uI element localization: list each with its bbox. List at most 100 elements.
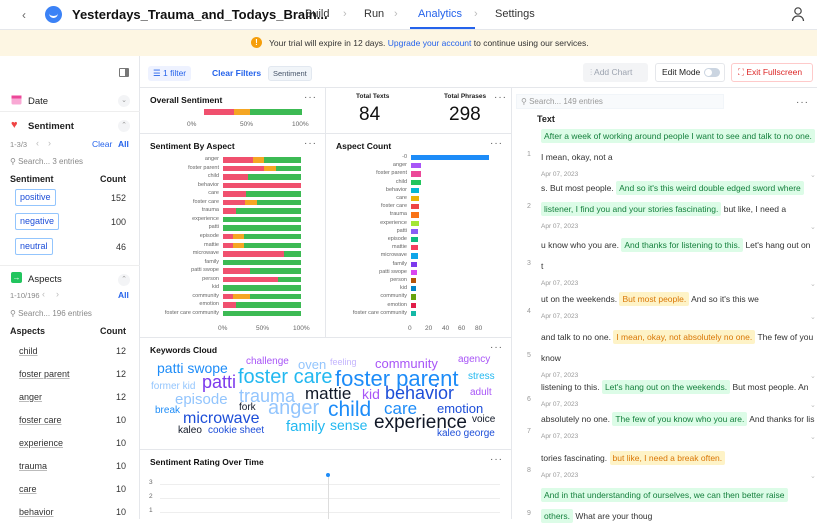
bar-segment[interactable] (223, 208, 237, 214)
bar-segment[interactable] (278, 276, 301, 283)
bar-segment[interactable] (247, 174, 301, 180)
entry-text-line[interactable]: s. But most people. And so it's this wei… (541, 181, 804, 195)
cloud-word[interactable]: break (155, 406, 180, 416)
aspect-item-experience[interactable]: experience (19, 438, 63, 448)
bar[interactable] (411, 171, 421, 177)
chevron-down-icon[interactable]: ⌄ (118, 95, 130, 107)
tab-run[interactable]: Run (364, 8, 384, 20)
bar-segment[interactable] (223, 293, 234, 300)
bar-segment[interactable] (236, 208, 301, 214)
cloud-word[interactable]: sense (330, 418, 367, 432)
bar-segment[interactable] (223, 199, 245, 206)
bar-segment[interactable] (223, 174, 248, 180)
bar[interactable] (411, 278, 416, 284)
bar-segment[interactable] (223, 242, 234, 248)
bar-segment[interactable] (249, 268, 301, 274)
cloud-word[interactable]: stress (468, 372, 495, 382)
entry-text-line[interactable]: listening to this. Let's hang out on the… (541, 380, 809, 394)
chevron-down-icon[interactable]: ⌄ (810, 472, 816, 480)
bar-segment[interactable] (233, 293, 251, 300)
chevron-down-icon[interactable]: ⌄ (810, 372, 816, 380)
entry-text-line[interactable]: tories fascinating. but like, I need a b… (541, 451, 726, 465)
date-section-label[interactable]: Date (28, 96, 48, 107)
more-options-icon[interactable]: ··· (490, 454, 503, 465)
app-logo-icon[interactable] (45, 6, 62, 23)
entry-text-line[interactable]: listener, I find you and your stories fa… (541, 202, 786, 216)
sentiment-clear-button[interactable]: Clear (92, 139, 112, 149)
bar-segment[interactable] (233, 233, 245, 240)
back-chevron-icon[interactable]: ‹ (22, 8, 26, 22)
aspect-item-foster-parent[interactable]: foster parent (19, 369, 70, 379)
cloud-word[interactable]: agency (458, 355, 490, 365)
sentiment-item-neutral[interactable]: neutral (15, 238, 53, 255)
chevron-down-icon[interactable]: ⌄ (810, 313, 816, 321)
text-search-input[interactable]: ⚲ Search... 149 entries (516, 94, 724, 109)
bar-segment[interactable] (223, 182, 301, 189)
bar[interactable] (411, 163, 421, 169)
bar[interactable] (411, 253, 418, 259)
entry-text-line[interactable]: t (541, 261, 543, 271)
chevron-down-icon[interactable]: ⌄ (810, 280, 816, 288)
bar[interactable] (411, 220, 420, 226)
filter-count-chip[interactable]: ☰ 1 filter (148, 66, 192, 81)
bar-segment[interactable] (223, 302, 237, 308)
chevron-down-icon[interactable]: ⌄ (810, 401, 816, 409)
aspect-item-anger[interactable]: anger (19, 392, 42, 402)
bar-segment[interactable] (256, 199, 301, 206)
entry-text-line[interactable]: After a week of working around people I … (541, 129, 815, 143)
entry-text-line[interactable]: and talk to no one. I mean, okay, not ab… (541, 330, 813, 344)
entry-text-line[interactable]: ut on the weekends. But most people. And… (541, 292, 759, 306)
bar-segment[interactable] (223, 157, 253, 163)
sidebar-collapse-icon[interactable] (119, 68, 129, 77)
chevron-down-icon[interactable]: ⌄ (810, 171, 816, 179)
chevron-down-icon[interactable]: ⌄ (810, 433, 816, 441)
sentiment-search-input[interactable]: ⚲ Search... 3 entries (10, 157, 83, 166)
chevron-up-icon[interactable]: ⌃ (118, 274, 130, 286)
cloud-word[interactable]: anger (268, 398, 319, 418)
bar[interactable] (411, 261, 417, 267)
bar[interactable] (411, 302, 416, 308)
bar-segment[interactable] (223, 285, 301, 291)
bar-segment[interactable] (246, 191, 301, 197)
tab-settings[interactable]: Settings (495, 8, 535, 20)
bar[interactable] (411, 269, 417, 275)
sentiment-item-negative[interactable]: negative (15, 213, 60, 230)
entry-text-line[interactable]: know (541, 353, 561, 363)
page-prev-icon[interactable]: ‹ (42, 289, 45, 299)
sentiment-item-positive[interactable]: positive (15, 189, 56, 206)
bar-segment[interactable] (223, 268, 250, 274)
add-chart-button[interactable]: ⫶ Add Chart (583, 63, 648, 82)
cloud-word[interactable]: patti (202, 373, 236, 391)
bar-segment[interactable] (276, 165, 301, 172)
page-next-icon[interactable]: › (48, 138, 51, 148)
bar-segment[interactable] (244, 233, 301, 240)
bar[interactable] (411, 245, 418, 251)
bar[interactable] (411, 294, 416, 300)
bar[interactable] (411, 228, 419, 234)
bar-segment[interactable] (250, 293, 301, 300)
bar-segment[interactable] (223, 251, 284, 257)
bar-segment[interactable] (263, 165, 277, 172)
aspect-item-behavior[interactable]: behavior (19, 507, 54, 517)
cloud-word[interactable]: adult (470, 388, 492, 398)
bar-segment[interactable] (252, 157, 264, 163)
cloud-word[interactable]: family (286, 419, 325, 434)
bar-segment[interactable] (223, 191, 247, 197)
bar-segment[interactable] (223, 276, 279, 283)
toggle-switch[interactable] (704, 68, 720, 77)
aspects-all-button[interactable]: All (118, 290, 129, 300)
more-options-icon[interactable]: ··· (490, 138, 503, 149)
bar[interactable] (411, 204, 420, 210)
more-options-icon[interactable]: ··· (490, 342, 503, 353)
bar-segment[interactable] (223, 259, 301, 266)
entry-text-line[interactable]: absolutely no one. The few of you know w… (541, 412, 814, 426)
aspect-item-trauma[interactable]: trauma (19, 461, 47, 471)
bar[interactable] (411, 212, 420, 218)
user-icon[interactable] (791, 6, 805, 22)
chevron-up-icon[interactable]: ⌃ (118, 120, 130, 132)
tab-build[interactable]: Build (305, 8, 329, 20)
entry-text-line[interactable]: others. What are your thoug (541, 509, 652, 523)
bar-segment[interactable] (263, 157, 301, 163)
bar-segment[interactable] (233, 242, 245, 248)
aspect-item-child[interactable]: child (19, 346, 38, 356)
